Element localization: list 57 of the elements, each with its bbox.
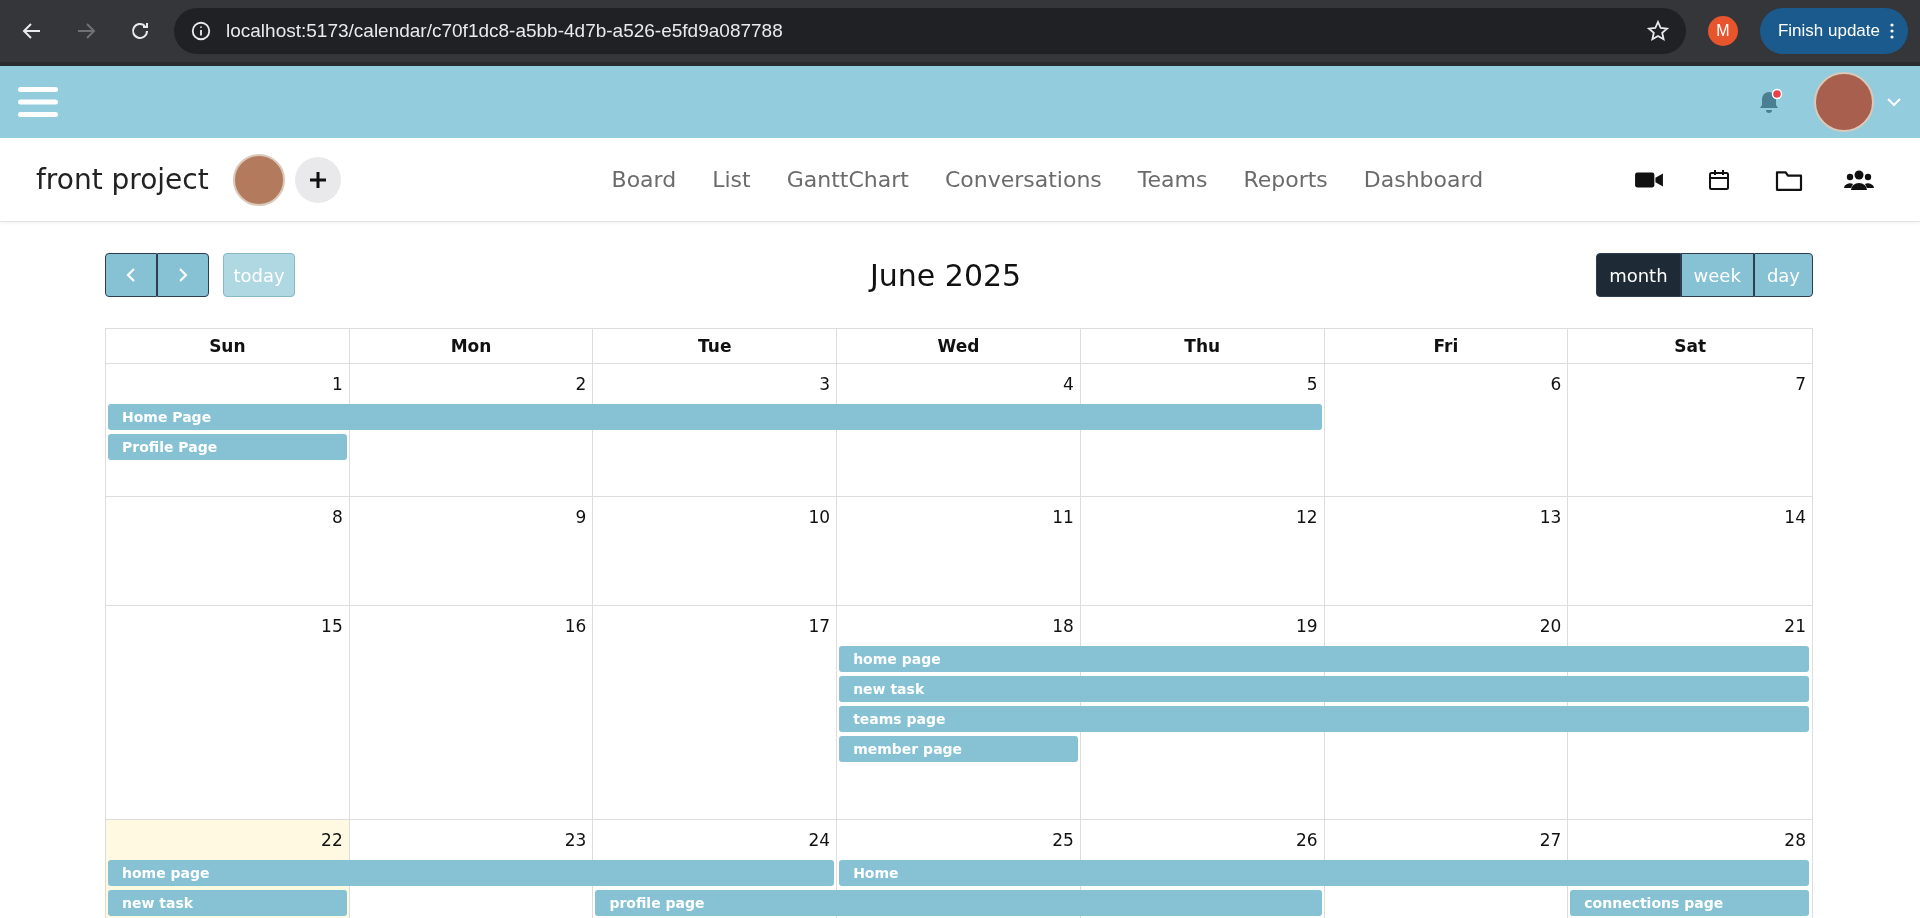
day-number[interactable]: 22 (321, 830, 343, 850)
weekday-header: Wed (837, 329, 1081, 363)
chevron-right-icon (177, 267, 189, 283)
day-number[interactable]: 16 (564, 616, 587, 636)
project-name: front project (36, 163, 209, 196)
day-number[interactable]: 13 (1539, 507, 1562, 527)
day-number[interactable]: 7 (1795, 374, 1806, 394)
day-number[interactable]: 20 (1539, 616, 1562, 636)
day-number[interactable]: 17 (808, 616, 831, 636)
day-number[interactable]: 18 (1052, 616, 1074, 636)
day-number[interactable]: 12 (1295, 507, 1318, 527)
day-number[interactable]: 14 (1784, 507, 1806, 527)
day-number[interactable]: 4 (1063, 374, 1074, 394)
nav-link[interactable]: Reports (1243, 167, 1328, 192)
chevron-left-icon (125, 267, 137, 283)
day-number[interactable]: 8 (331, 507, 343, 527)
weekday-header: Sat (1673, 335, 1708, 358)
info-icon[interactable] (190, 20, 212, 42)
day-number[interactable]: 28 (1784, 830, 1806, 850)
next-button[interactable] (157, 253, 209, 297)
day-number[interactable]: 11 (1052, 507, 1074, 527)
day-number[interactable]: 27 (1539, 830, 1562, 850)
view-button[interactable]: month (1596, 253, 1681, 297)
weekday-header: Tue (593, 329, 838, 363)
day-number[interactable]: 24 (808, 830, 831, 850)
plus-icon (307, 169, 328, 190)
profile-avatar[interactable]: M (1707, 16, 1738, 46)
user-avatar[interactable] (1814, 72, 1874, 132)
address-bar[interactable]: localhost:5173/calendar/c70f1dc8-a5bb-4d7b-a526-e5fd9a087788 (174, 8, 1686, 54)
weekday-header: Fri (1324, 329, 1569, 363)
weekday-header: Mon (349, 329, 594, 363)
weekday-header: Thu (1080, 329, 1325, 363)
previous-button[interactable] (105, 253, 157, 297)
day-number[interactable]: 3 (819, 374, 831, 394)
nav-link[interactable]: GanttChart (786, 167, 909, 192)
day-number[interactable]: 2 (575, 374, 587, 394)
nav-link[interactable]: List (712, 167, 751, 192)
weekday-header: Sun (106, 329, 350, 363)
nav-link[interactable]: Conversations (944, 167, 1102, 192)
day-number[interactable]: 25 (1052, 830, 1074, 850)
nav-link[interactable]: Teams (1137, 167, 1208, 192)
day-number[interactable]: 1 (331, 374, 343, 394)
nav-link[interactable]: Board (611, 167, 677, 192)
day-number[interactable]: 21 (1784, 616, 1806, 636)
more-icon (1890, 23, 1894, 39)
bookmark-star-icon[interactable] (1645, 19, 1670, 43)
nav-link[interactable]: Dashboard (1363, 167, 1484, 192)
day-number[interactable]: 10 (808, 507, 831, 527)
day-number[interactable]: 5 (1306, 374, 1318, 394)
finish-update-button[interactable]: Finish update (1759, 8, 1908, 54)
day-number[interactable]: 15 (321, 616, 343, 636)
calendar-title: June 2025 (869, 257, 1022, 293)
day-number[interactable]: 26 (1295, 830, 1318, 850)
day-number[interactable]: 19 (1295, 616, 1318, 636)
day-number[interactable]: 9 (575, 507, 587, 527)
day-number[interactable]: 23 (564, 830, 587, 850)
day-number[interactable]: 6 (1550, 374, 1562, 394)
